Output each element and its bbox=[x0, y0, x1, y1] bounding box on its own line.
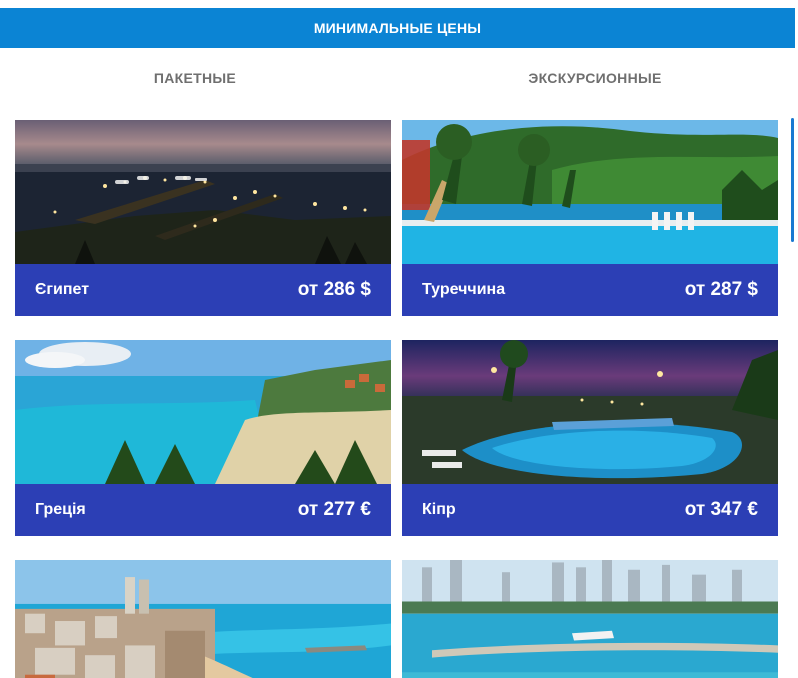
country-name: Греція bbox=[35, 501, 86, 518]
card-caption: Кіпр от 347 € bbox=[402, 484, 778, 536]
card-caption: Єгипет от 286 $ bbox=[15, 264, 391, 316]
turkey-photo bbox=[402, 120, 778, 264]
destination-card-greece[interactable]: Греція от 277 € bbox=[15, 340, 391, 536]
destination-card-egypt[interactable]: Єгипет от 286 $ bbox=[15, 120, 391, 316]
price-label: от 287 $ bbox=[684, 279, 758, 300]
tour-type-tabs: ПАКЕТНЫЕ ЭКСКУРСИОННЫЕ bbox=[0, 58, 795, 98]
price-label: от 277 € bbox=[297, 499, 371, 520]
egypt-photo bbox=[15, 120, 391, 264]
price-label: от 286 $ bbox=[297, 279, 371, 300]
greece-photo bbox=[15, 340, 391, 484]
destination-card-5[interactable] bbox=[15, 560, 391, 678]
country-name: Кіпр bbox=[422, 501, 456, 518]
destination-card-cyprus[interactable]: Кіпр от 347 € bbox=[402, 340, 778, 536]
skyline-bay-photo bbox=[402, 560, 778, 678]
tab-excursion[interactable]: ЭКСКУРСИОННЫЕ bbox=[395, 58, 795, 98]
scrollbar[interactable] bbox=[791, 118, 794, 242]
min-prices-header: МИНИМАЛЬНЫЕ ЦЕНЫ bbox=[0, 8, 795, 48]
country-name: Туреччина bbox=[422, 281, 506, 298]
price-label: от 347 € bbox=[684, 499, 758, 520]
destination-card-turkey[interactable]: Туреччина от 287 $ bbox=[402, 120, 778, 316]
country-name: Єгипет bbox=[35, 281, 90, 298]
cyprus-photo bbox=[402, 340, 778, 484]
card-caption: Туреччина от 287 $ bbox=[402, 264, 778, 316]
header-title: МИНИМАЛЬНЫЕ ЦЕНЫ bbox=[313, 20, 482, 36]
page: МИНИМАЛЬНЫЕ ЦЕНЫ ПАКЕТНЫЕ ЭКСКУРСИОННЫЕ bbox=[0, 0, 798, 678]
card-caption: Греція от 277 € bbox=[15, 484, 391, 536]
city-beach-photo bbox=[15, 560, 391, 678]
destination-card-6[interactable] bbox=[402, 560, 778, 678]
tab-package[interactable]: ПАКЕТНЫЕ bbox=[0, 58, 390, 98]
